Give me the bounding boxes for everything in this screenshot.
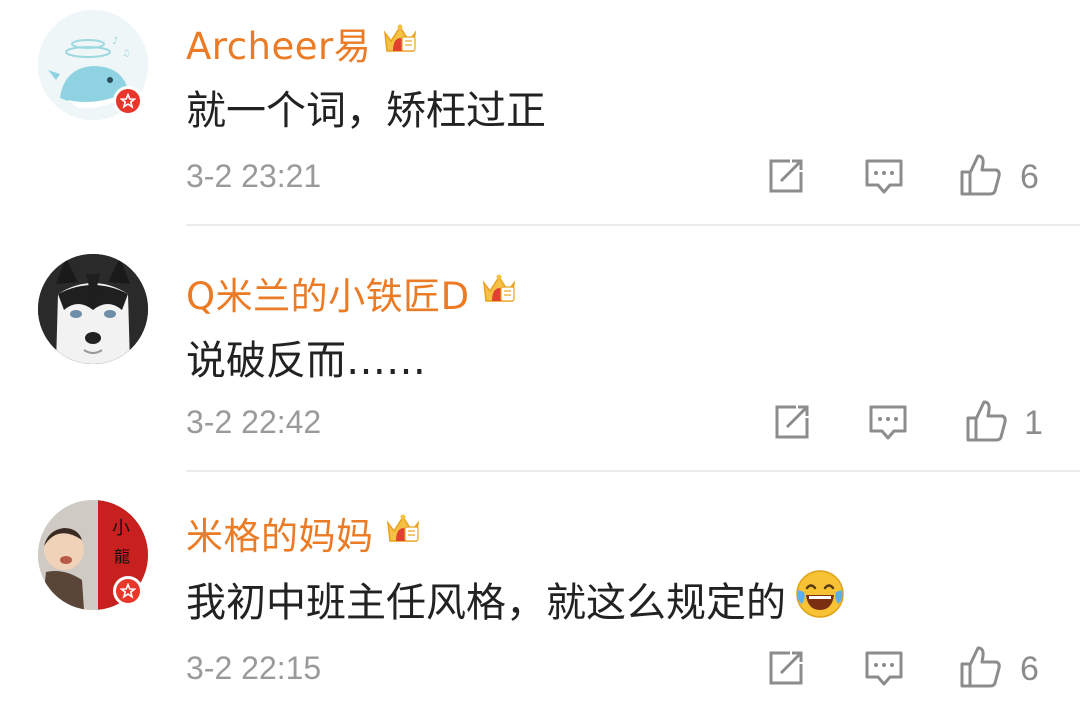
comment-text: 说破反而…… xyxy=(186,338,426,384)
timestamp: 3-2 23:21 xyxy=(186,158,322,194)
comment-item: 小 龍 米格的妈妈 我初中班主任风格，就这么规定的 3-2 22:15 6 xyxy=(0,472,1080,702)
husky-dog-avatar-icon xyxy=(38,254,148,364)
timestamp: 3-2 22:42 xyxy=(186,404,322,440)
comment-text: 就一个词，矫枉过正 xyxy=(186,88,546,134)
share-icon[interactable] xyxy=(766,648,806,692)
verified-badge-icon xyxy=(113,86,143,116)
username[interactable]: Archeer易 xyxy=(186,16,419,70)
svg-text:小: 小 xyxy=(112,518,130,539)
vip-crown-icon xyxy=(384,511,422,556)
comment-text: 我初中班主任风格，就这么规定的 xyxy=(186,568,846,630)
like-count: 1 xyxy=(1024,404,1043,442)
avatar[interactable] xyxy=(38,254,148,364)
username[interactable]: Q米兰的小铁匠D xyxy=(186,266,518,320)
comment-item: ♪ ♫ Archeer易 就一个词，矫枉过正 3-2 23:21 6 xyxy=(0,0,1080,226)
like-icon[interactable] xyxy=(958,152,1004,202)
comment-icon[interactable] xyxy=(864,156,904,200)
verified-badge-icon xyxy=(113,576,143,606)
like-count: 6 xyxy=(1020,650,1039,688)
share-icon[interactable] xyxy=(766,156,806,200)
svg-text:♫: ♫ xyxy=(122,49,130,59)
laughing-tears-emoji-icon xyxy=(794,568,846,630)
vip-crown-icon xyxy=(381,21,419,66)
comment-icon[interactable] xyxy=(868,402,908,446)
svg-text:龍: 龍 xyxy=(114,547,130,566)
username[interactable]: 米格的妈妈 xyxy=(186,506,422,560)
comment-item: Q米兰的小铁匠D 说破反而…… 3-2 22:42 1 xyxy=(0,226,1080,472)
comment-icon[interactable] xyxy=(864,648,904,692)
like-count: 6 xyxy=(1020,158,1039,196)
like-icon[interactable] xyxy=(958,644,1004,694)
like-icon[interactable] xyxy=(964,398,1010,448)
svg-text:♪: ♪ xyxy=(112,36,118,47)
share-icon[interactable] xyxy=(772,402,812,446)
vip-crown-icon xyxy=(480,271,518,316)
timestamp: 3-2 22:15 xyxy=(186,650,322,686)
